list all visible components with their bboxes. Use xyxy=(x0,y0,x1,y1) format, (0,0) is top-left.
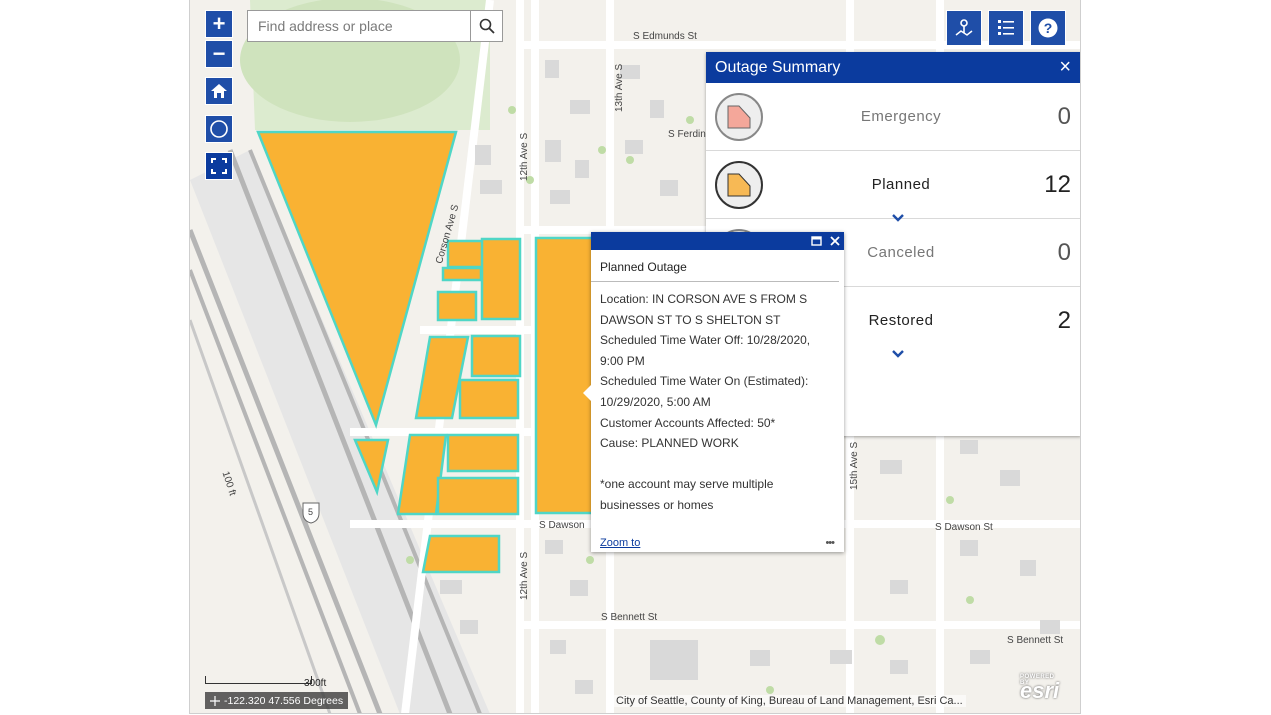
popup-line: *one account may serve multiple xyxy=(600,477,774,492)
popup-line: Scheduled Time Water Off: 10/28/2020, xyxy=(600,333,811,348)
popup-pointer xyxy=(583,384,592,402)
street-label: 12th Ave S xyxy=(519,551,530,600)
street-label: S Dawson xyxy=(539,520,585,531)
street-label: S Ferdin xyxy=(668,129,706,140)
emergency-status-icon xyxy=(715,92,763,141)
map-tool-button[interactable] xyxy=(946,10,982,46)
search-input[interactable] xyxy=(248,11,470,41)
street-label: 12th Ave S xyxy=(519,132,530,181)
locate-icon xyxy=(210,120,228,138)
zoom-in-button[interactable]: + xyxy=(205,10,233,38)
interstate-shield-label: 5 xyxy=(308,507,314,517)
popup-line: businesses or homes xyxy=(600,497,714,512)
outage-summary-header: Outage Summary × xyxy=(706,52,1080,83)
legend-button[interactable] xyxy=(988,10,1024,46)
popup-line xyxy=(600,454,835,475)
summary-row-label: Emergency xyxy=(860,108,942,125)
summary-row-count: 12 xyxy=(1044,170,1071,198)
map-view[interactable]: S Edmunds St S Ferdin Corson Ave S 12th … xyxy=(189,0,1081,714)
street-label: S Bennett St xyxy=(601,612,658,623)
street-label: 15th Ave S xyxy=(849,441,860,490)
home-icon xyxy=(211,84,227,98)
popup-line: Location: IN CORSON AVE S FROM S xyxy=(600,292,808,306)
crosshair-icon[interactable] xyxy=(210,695,220,706)
panel-title: Outage Summary xyxy=(715,58,841,76)
popup-footer: Zoom to ••• xyxy=(600,537,835,549)
esri-logo: POWERED BY esri xyxy=(1020,674,1059,704)
svg-text:?: ? xyxy=(1044,20,1053,36)
chevron-down-icon[interactable] xyxy=(890,348,906,360)
popup-line: 10/29/2020, 5:00 AM xyxy=(600,394,711,409)
map-pin-icon xyxy=(955,19,973,36)
summary-row-count: 0 xyxy=(1057,238,1071,266)
popup-line: Cause: PLANNED WORK xyxy=(600,436,739,451)
outage-popup: Planned Outage Location: IN CORSON AVE S… xyxy=(583,232,844,552)
locate-button[interactable] xyxy=(205,115,233,143)
street-label: 13th Ave S xyxy=(614,63,625,112)
summary-row-label: Planned xyxy=(871,176,931,193)
street-label: S Edmunds St xyxy=(633,31,697,42)
zoom-to-link[interactable]: Zoom to xyxy=(600,537,640,549)
popup-line: DAWSON ST TO S SHELTON ST xyxy=(600,312,781,327)
planned-status-icon xyxy=(715,160,763,209)
attribution-text: City of Seattle, County of King, Bureau … xyxy=(613,695,966,707)
search-button[interactable] xyxy=(470,11,502,41)
street-label: S Bennett St xyxy=(1007,635,1064,646)
zoom-out-button[interactable]: − xyxy=(205,40,233,68)
street-label: S Dawson St xyxy=(935,522,993,533)
search-widget xyxy=(247,10,503,42)
esri-powered-text: POWERED BY xyxy=(1020,674,1055,686)
maximize-icon[interactable] xyxy=(811,236,822,246)
popup-line: Customer Accounts Affected: 50* xyxy=(600,415,776,430)
more-options-button[interactable]: ••• xyxy=(825,537,835,549)
scale-label: 300ft xyxy=(304,678,327,689)
popup-line: 9:00 PM xyxy=(600,353,645,368)
summary-row-emergency[interactable]: Emergency 0 xyxy=(706,83,1080,151)
popup-header xyxy=(591,232,844,250)
list-icon xyxy=(998,20,1014,35)
search-icon xyxy=(479,18,495,34)
popup-line: Scheduled Time Water On (Estimated): xyxy=(600,374,809,389)
help-button[interactable]: ? xyxy=(1030,10,1066,46)
help-icon: ? xyxy=(1038,18,1058,38)
fullscreen-button[interactable] xyxy=(205,152,233,180)
summary-row-count: 0 xyxy=(1057,102,1071,130)
fullscreen-icon xyxy=(211,158,227,174)
home-button[interactable] xyxy=(205,77,233,105)
scale-bar xyxy=(205,676,312,684)
coordinate-text: -122.320 47.556 Degrees xyxy=(224,694,344,707)
popup-body: Location: IN CORSON AVE S FROM S DAWSON … xyxy=(591,282,844,516)
summary-row-count: 2 xyxy=(1057,306,1071,334)
coordinate-readout: -122.320 47.556 Degrees xyxy=(205,692,349,709)
close-panel-button[interactable]: × xyxy=(1059,56,1071,79)
summary-row-planned[interactable]: Planned 12 xyxy=(706,151,1080,222)
popup-title: Planned Outage xyxy=(591,250,839,282)
close-icon[interactable] xyxy=(830,236,840,246)
